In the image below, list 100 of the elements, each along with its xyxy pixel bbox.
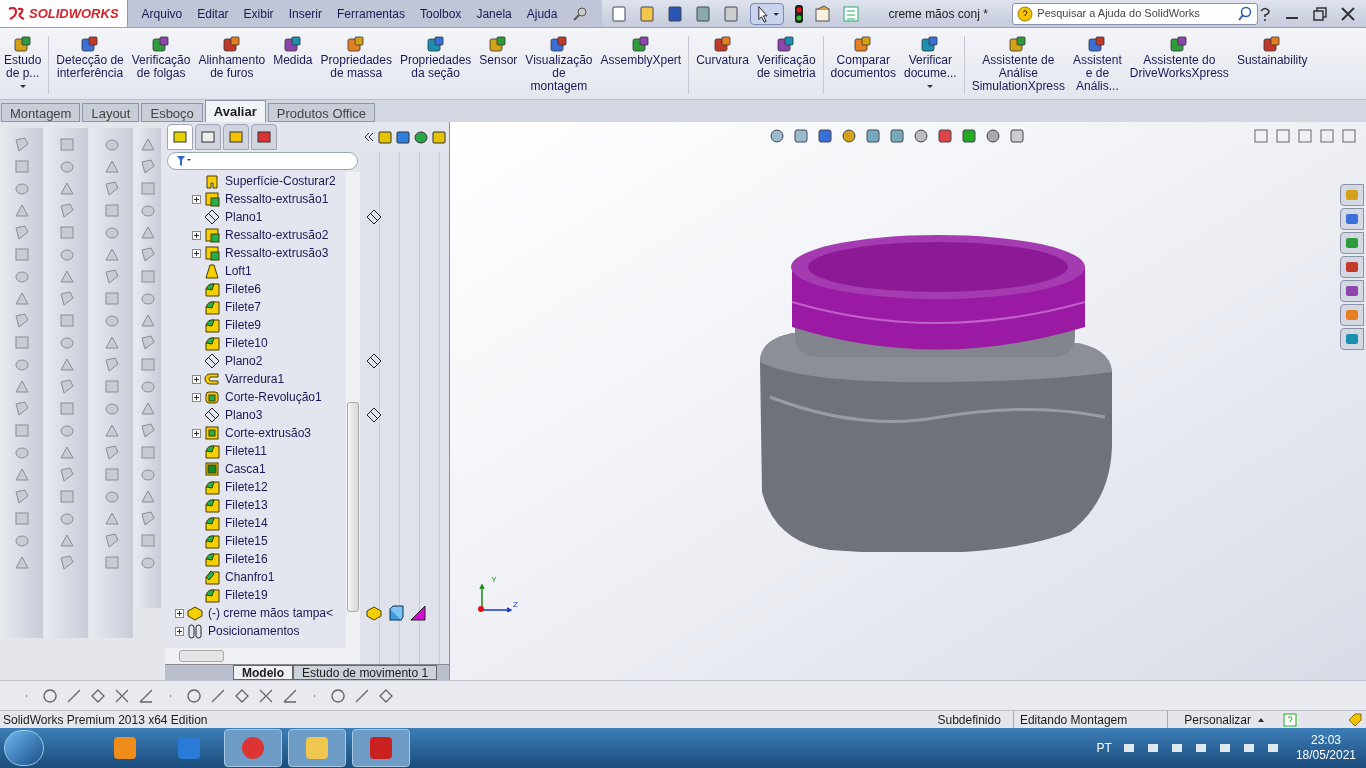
tool-icon[interactable] [57,334,76,352]
tree-item[interactable]: Corte-extrusão3 [225,424,312,442]
sketch-tool-icon[interactable] [90,687,106,704]
tool-icon[interactable] [12,356,31,374]
tool-icon[interactable] [139,400,157,418]
expand-icon[interactable] [175,626,184,636]
expand-icon[interactable] [192,248,201,258]
tool-icon[interactable] [139,378,157,396]
ribbon-button[interactable]: Verificar docume... [899,36,961,94]
tool-icon[interactable] [12,400,31,418]
ribbon-button[interactable]: AssemblyXpert [596,36,686,94]
tree-item[interactable]: Filete13 [225,496,268,514]
task-pane-tab[interactable] [1340,328,1364,350]
tray-icon[interactable] [1145,741,1160,755]
tool-icon[interactable] [139,246,157,264]
tree-item[interactable]: Filete10 [225,334,268,352]
tool-icon[interactable] [57,400,76,418]
tool-icon[interactable] [12,532,31,550]
tool-icon[interactable] [102,246,121,264]
tree-item[interactable]: Ressalto-extrusão3 [225,244,329,262]
tool-icon[interactable] [102,312,121,330]
ribbon-button[interactable]: Medida [269,36,317,94]
tool-icon[interactable] [102,400,121,418]
tool-icon[interactable] [12,246,31,264]
tool-icon[interactable] [12,180,31,198]
task-pane-tab[interactable] [1340,280,1364,302]
tool-icon[interactable] [12,510,31,528]
ribbon-button[interactable]: Propriedades de massa [316,36,396,94]
tray-icon[interactable] [1169,741,1184,755]
tool-icon[interactable] [139,224,157,242]
tool-icon[interactable] [57,444,76,462]
help-icon[interactable] [1258,5,1272,22]
ribbon-button[interactable]: Visualização de montagem [521,36,597,94]
sketch-tool-icon[interactable] [378,687,394,704]
tray-icon[interactable] [1121,741,1136,755]
tool-icon[interactable] [102,466,121,484]
ribbon-button[interactable]: Alinhamento de furos [194,36,270,94]
tree-item[interactable]: Loft1 [225,262,252,280]
tool-icon[interactable] [102,224,121,242]
ribbon-button[interactable]: Estudo de p... [0,36,46,94]
close-icon[interactable] [1340,5,1356,22]
panel-tab[interactable] [167,124,193,150]
tool-icon[interactable] [57,158,76,176]
tool-icon[interactable] [57,378,76,396]
ribbon-button[interactable]: Verificação de folgas [127,36,195,94]
tree-item[interactable]: Plano2 [225,352,263,370]
tool-icon[interactable] [139,554,157,572]
start-button[interactable] [4,730,44,766]
ribbon-button[interactable]: Propriedades da seção [395,36,476,94]
tree-item[interactable]: Casca1 [225,460,266,478]
expand-icon[interactable] [192,374,201,384]
customize-button[interactable]: Personalizar [1178,710,1257,729]
taskbar-app[interactable] [288,729,346,767]
view-icon[interactable] [816,127,834,145]
tool-icon[interactable] [102,290,121,308]
tool-icon[interactable] [102,202,121,220]
ribbon-button[interactable]: Verificação de simetria [752,36,820,94]
tree-item[interactable]: Superfície-Costurar2 [225,172,336,190]
tool-icon[interactable] [139,488,157,506]
tree-item[interactable]: Filete19 [225,586,268,604]
ribbon-tab[interactable]: Produtos Office [267,103,376,122]
tool-icon[interactable] [57,202,76,220]
tool-icon[interactable] [57,510,76,528]
tree-item[interactable]: Filete6 [225,280,262,298]
tool-icon[interactable] [102,180,121,198]
tool-icon[interactable] [139,290,157,308]
expand-icon[interactable] [192,428,201,438]
task-pane-tab[interactable] [1340,256,1364,278]
view-icon[interactable] [792,127,810,145]
tool-icon[interactable] [102,334,121,352]
task-pane-tab[interactable] [1340,208,1364,230]
ribbon-button[interactable]: Detecção de interferência [48,36,128,94]
tool-icon[interactable] [12,444,31,462]
tool-icon[interactable] [57,466,76,484]
tool-icon[interactable] [57,180,76,198]
list-icon[interactable] [842,4,861,23]
toolbar-icon[interactable] [638,4,657,23]
tool-icon[interactable] [139,422,157,440]
ribbon-button[interactable]: Curvatura [688,36,753,94]
tool-icon[interactable] [57,488,76,506]
tool-icon[interactable] [12,202,31,220]
tool-icon[interactable] [57,422,76,440]
tool-icon[interactable] [102,356,121,374]
ribbon-button[interactable]: Sensor [475,36,522,94]
search-box[interactable]: Pesquisar a Ajuda do SolidWorks [1012,2,1258,25]
tool-icon[interactable] [57,532,76,550]
ribbon-tab[interactable]: Esboço [141,103,203,122]
menu-item[interactable]: Arquivo [141,4,183,23]
ribbon-tab[interactable]: Montagem [1,103,81,122]
tree-item[interactable]: Filete16 [225,550,268,568]
tray-icon[interactable] [1241,741,1256,755]
ribbon-button[interactable]: Comparar documentos [822,36,900,94]
panel-tab[interactable] [251,124,277,150]
tool-icon[interactable] [139,466,157,484]
expand-icon[interactable] [192,194,201,204]
search-icon[interactable] [1237,5,1253,22]
scrollbar[interactable] [165,648,360,664]
tree-item[interactable]: Varredura1 [225,370,285,388]
menu-item[interactable]: Toolbox [420,4,462,23]
tool-icon[interactable] [139,356,157,374]
